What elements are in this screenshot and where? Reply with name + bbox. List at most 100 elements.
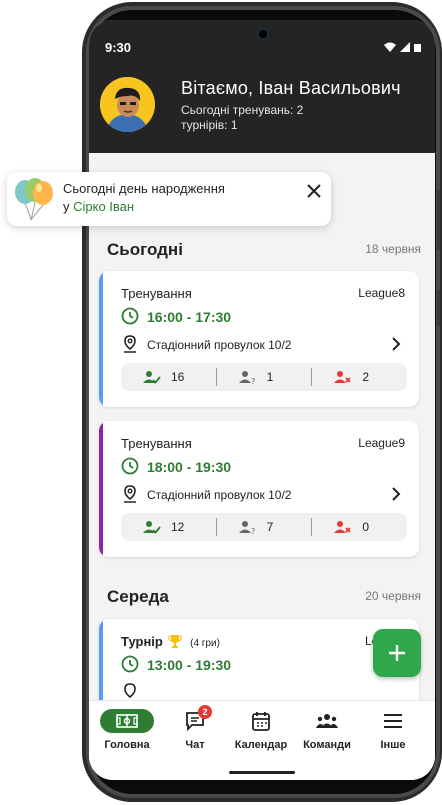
maybe-count: 1: [266, 370, 274, 384]
calendar-icon: [252, 712, 270, 731]
confirmed-stat: 12: [121, 520, 216, 534]
trainings-count: Сьогодні тренувань: 2: [181, 103, 304, 117]
front-camera: [257, 28, 269, 40]
clock-icon: [121, 307, 139, 325]
event-card[interactable]: Тренування League9 18:00 - 19:30 Стадіон…: [99, 421, 419, 557]
nav-more[interactable]: Інше: [360, 709, 426, 751]
notification-subtitle: у Сірко Іван: [63, 199, 134, 214]
attendance-stats: 12 ? 7 0: [121, 513, 407, 541]
notification-prefix: у: [63, 199, 70, 214]
day-date: 20 червня: [365, 589, 421, 603]
nav-icon-wrap: 2: [162, 705, 228, 733]
nav-teams[interactable]: Команди: [294, 709, 360, 751]
signal-icon: [400, 42, 410, 52]
event-address: Стадіонний провулок 10/2: [147, 338, 292, 352]
app-screen: 9:30 Вітаємо, Іван Васильович Сьогодні т…: [89, 20, 435, 780]
nav-icon-wrap: [294, 709, 360, 733]
nav-chat[interactable]: 2 Чат: [162, 705, 228, 751]
event-league: League9: [358, 436, 405, 450]
location-pin-icon: [124, 485, 136, 503]
confirmed-stat: 16: [121, 370, 216, 384]
bottom-navigation: Головна 2 Чат Календар Команди Інше: [89, 700, 435, 780]
nav-home[interactable]: Головна: [94, 709, 160, 751]
chevron-right-icon[interactable]: [391, 337, 401, 351]
tournaments-count: турнірів: 1: [181, 118, 238, 132]
status-time: 9:30: [105, 40, 132, 55]
teams-icon: [316, 714, 338, 728]
user-maybe-icon: ?: [238, 371, 255, 384]
greeting-title: Вітаємо, Іван Васильович: [181, 78, 401, 98]
notification-title: Сьогодні день народження: [63, 181, 225, 196]
nav-label: Команди: [303, 739, 351, 751]
nav-label: Головна: [104, 739, 150, 751]
maybe-stat: ? 1: [215, 368, 312, 386]
svg-text:?: ?: [251, 377, 255, 384]
event-accent-bar: [99, 421, 103, 557]
declined-count: 2: [362, 370, 370, 384]
event-card[interactable]: Тренування League8 16:00 - 17:30 Стадіон…: [99, 271, 419, 407]
menu-icon: [384, 714, 402, 728]
birthday-notification[interactable]: Сьогодні день народження у Сірко Іван: [7, 172, 331, 226]
user-declined-icon: [334, 371, 351, 383]
nav-active-indicator: [100, 709, 154, 733]
power-button: [437, 290, 440, 326]
day-date: 18 червня: [365, 242, 421, 256]
volume-button: [437, 190, 440, 250]
nav-label: Інше: [380, 739, 406, 751]
nav-icon-wrap: [228, 709, 294, 733]
event-title-text: Турнір: [121, 634, 163, 649]
close-icon[interactable]: [307, 184, 321, 198]
avatar[interactable]: [100, 77, 155, 132]
field-icon: [116, 714, 138, 728]
schedule-list[interactable]: Сьогодні 18 червня Тренування League8 16…: [89, 153, 435, 700]
clock-icon: [121, 457, 139, 475]
event-title: Тренування: [121, 436, 192, 451]
home-indicator[interactable]: [229, 771, 295, 774]
svg-text:?: ?: [251, 527, 255, 534]
nav-calendar[interactable]: Календар: [228, 709, 294, 751]
birthday-person-name[interactable]: Сірко Іван: [73, 199, 134, 214]
clock-icon: [121, 655, 139, 673]
declined-stat: 2: [311, 368, 407, 386]
event-accent-bar: [99, 619, 103, 700]
maybe-count: 7: [266, 520, 274, 534]
chevron-right-icon[interactable]: [391, 487, 401, 501]
battery-icon: [414, 43, 421, 52]
user-confirmed-icon: [143, 521, 161, 534]
declined-count: 0: [362, 520, 370, 534]
location-pin-icon: [124, 683, 136, 699]
nav-label: Чат: [185, 739, 205, 751]
day-title: Сьогодні: [107, 240, 183, 259]
event-league: League8: [358, 286, 405, 300]
user-confirmed-icon: [143, 371, 161, 384]
event-card[interactable]: Турнір (4 гри) League 13:00 - 19:30: [99, 619, 419, 700]
user-declined-icon: [334, 521, 351, 533]
event-time: 16:00 - 17:30: [147, 309, 232, 325]
location-pin-icon: [124, 335, 136, 353]
confirmed-count: 12: [171, 520, 185, 534]
nav-icon-wrap: [360, 709, 426, 733]
maybe-stat: ? 7: [215, 518, 312, 536]
status-icons: [384, 42, 421, 52]
nav-label: Календар: [234, 739, 288, 751]
wifi-icon: [384, 42, 396, 52]
add-event-button[interactable]: [373, 629, 421, 677]
attendance-stats: 16 ? 1 2: [121, 363, 407, 391]
event-time: 13:00 - 19:30: [147, 657, 232, 673]
event-title: Турнір (4 гри): [121, 634, 220, 649]
event-time: 18:00 - 19:30: [147, 459, 232, 475]
event-title: Тренування: [121, 286, 192, 301]
event-accent-bar: [99, 271, 103, 407]
nav-icon-wrap: [94, 709, 160, 733]
day-title: Середа: [107, 587, 169, 606]
declined-stat: 0: [311, 518, 407, 536]
event-address: Стадіонний провулок 10/2: [147, 488, 292, 502]
confirmed-count: 16: [171, 370, 185, 384]
device-frame: 9:30 Вітаємо, Іван Васильович Сьогодні т…: [0, 0, 442, 805]
balloons-icon: [15, 178, 53, 221]
plus-icon: [389, 645, 405, 661]
unread-badge: 2: [198, 705, 212, 719]
event-games-count: (4 гри): [190, 638, 220, 649]
trophy-icon: [168, 635, 183, 648]
user-avatar-icon: [100, 77, 155, 132]
